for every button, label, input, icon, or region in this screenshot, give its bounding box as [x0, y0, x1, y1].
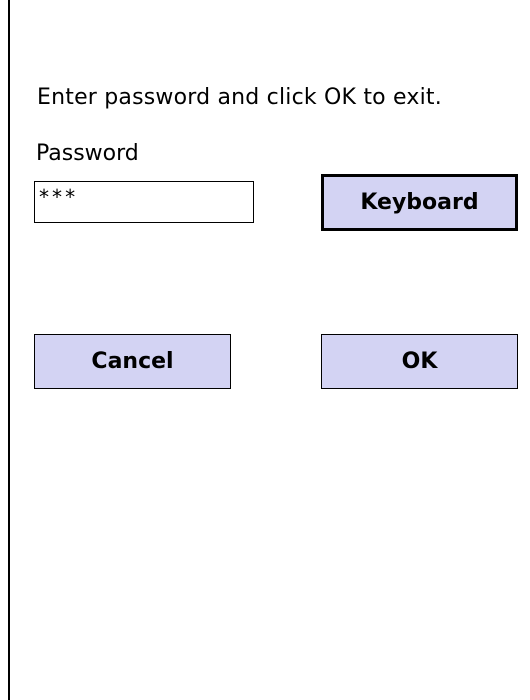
cancel-button[interactable]: Cancel [34, 334, 231, 389]
ok-button[interactable]: OK [321, 334, 518, 389]
password-label: Password [36, 141, 139, 166]
password-masked-value: *** [38, 185, 78, 209]
instruction-text: Enter password and click OK to exit. [37, 85, 442, 110]
keyboard-button[interactable]: Keyboard [321, 174, 518, 231]
window-left-border [8, 0, 10, 700]
password-field[interactable]: *** [34, 181, 254, 223]
